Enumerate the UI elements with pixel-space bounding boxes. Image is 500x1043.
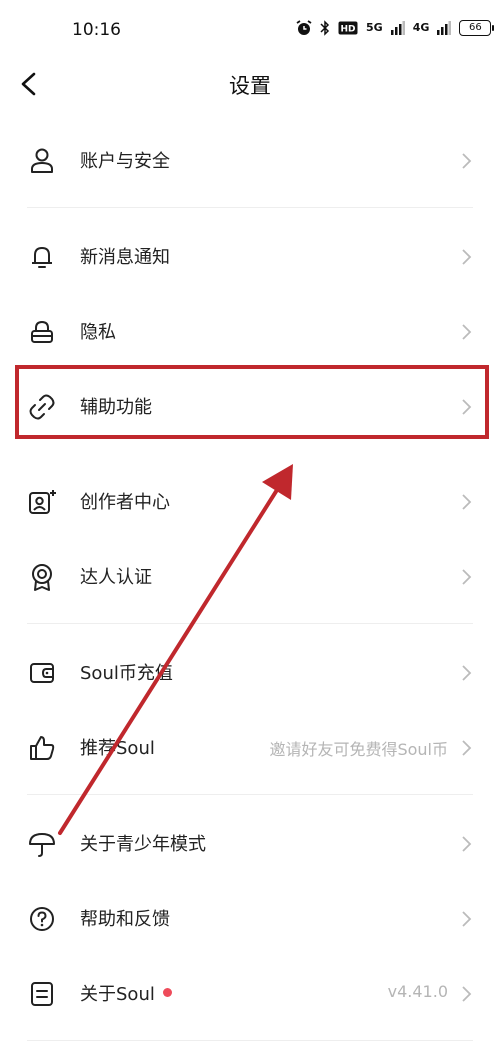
annotation-arrow [58,464,293,835]
